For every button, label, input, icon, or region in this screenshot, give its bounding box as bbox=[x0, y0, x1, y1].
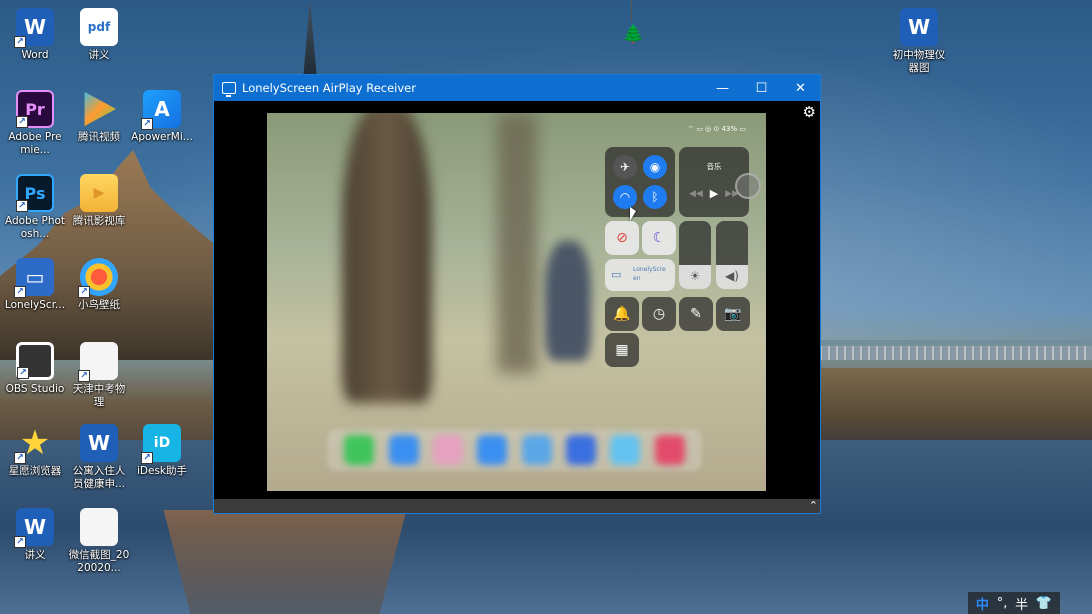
desktop-icon-label: LonelyScr... bbox=[4, 299, 66, 311]
desktop-icon-adobe-premiere[interactable]: Pr ↗ Adobe Premie... bbox=[4, 90, 66, 157]
tree-icon: 🌲 bbox=[622, 0, 644, 48]
desktop-icon-label: OBS Studio bbox=[5, 383, 65, 395]
desktop-icon-xingyuan-browser[interactable]: ★ ↗ 星愿浏览器 bbox=[4, 423, 66, 478]
desktop-icon-label: 讲义 bbox=[88, 49, 110, 61]
assistive-touch-button[interactable] bbox=[735, 173, 761, 199]
do-not-disturb-icon[interactable]: ☾ bbox=[642, 221, 676, 255]
previous-icon[interactable]: ◀◀ bbox=[689, 189, 703, 199]
rotation-lock-icon[interactable]: ⊘ bbox=[605, 221, 639, 255]
music-title: 音乐 bbox=[706, 162, 722, 171]
window-title: LonelyScreen AirPlay Receiver bbox=[242, 81, 416, 95]
pdf-icon: pdf bbox=[80, 8, 118, 46]
premiere-icon: Pr ↗ bbox=[16, 90, 54, 128]
desktop-icon-label: 腾讯影视库 bbox=[72, 215, 126, 227]
window-bottom-bar: ⌃ bbox=[214, 499, 820, 513]
qr-code-icon[interactable]: ▦ bbox=[605, 333, 639, 367]
word-icon: W ↗ bbox=[14, 8, 54, 48]
folder-icon: ▶ bbox=[80, 174, 118, 212]
desktop-icon-label: 腾讯视频 bbox=[78, 131, 120, 143]
sun-icon: ☀ bbox=[689, 269, 701, 283]
desktop-icon-tencent-video-library[interactable]: ▶ 腾讯影视库 bbox=[68, 174, 130, 228]
mirroring-icon: ▭ bbox=[611, 268, 622, 281]
desktop-icon-label: Adobe Premie... bbox=[8, 131, 62, 156]
obs-icon: ↗ bbox=[16, 342, 54, 380]
brightness-slider[interactable]: ☀ bbox=[679, 221, 711, 289]
camera-icon[interactable]: 📷 bbox=[716, 297, 750, 331]
close-button[interactable]: ✕ bbox=[781, 75, 820, 101]
desktop-icon-obs-studio[interactable]: ↗ OBS Studio bbox=[4, 342, 66, 396]
image-file-icon bbox=[80, 508, 118, 546]
maximize-button[interactable]: ☐ bbox=[742, 75, 781, 101]
connectivity-tile[interactable]: ✈ ◉ ◠ ᛒ bbox=[605, 147, 675, 217]
notes-icon[interactable]: ✎ bbox=[679, 297, 713, 331]
star-icon: ★ ↗ bbox=[14, 423, 54, 464]
lonelyscreen-icon: ▭ ↗ bbox=[14, 258, 54, 298]
window-titlebar[interactable]: LonelyScreen AirPlay Receiver — ☐ ✕ bbox=[214, 75, 820, 101]
desktop-icon-apowermirror[interactable]: A ↗ ApowerMi... bbox=[131, 90, 193, 144]
desktop-icon-adobe-photoshop[interactable]: Ps ↗ Adobe Photosh... bbox=[4, 174, 66, 241]
ipad-dock bbox=[327, 429, 702, 471]
desktop-icon-physics-instruments[interactable]: W 初中物理仪器图 bbox=[888, 8, 950, 75]
ime-skin-icon[interactable]: 👕 bbox=[1036, 596, 1052, 611]
word-doc-icon: W bbox=[900, 8, 938, 46]
desktop-icon-apartment-health-form[interactable]: W 公寓入住人员健康申... bbox=[68, 424, 130, 491]
file-icon: ↗ bbox=[78, 342, 118, 382]
mouse-cursor bbox=[630, 207, 636, 221]
ipad-mirror-screen[interactable]: ⌔ ▭ ◎ ⊙ 43% ▭ ✈ ◉ ◠ ᛒ 音乐 ◀◀ ▶ ▶▶ ⊘ ☾ ☀ ◀… bbox=[267, 113, 766, 491]
desktop-icon-label: 星愿浏览器 bbox=[8, 465, 62, 477]
cellular-icon[interactable]: ◉ bbox=[643, 155, 667, 179]
desktop-icon-label: 公寓入住人员健康申... bbox=[72, 465, 126, 490]
word-doc-icon: W ↗ bbox=[14, 508, 54, 548]
minimize-button[interactable]: — bbox=[703, 75, 742, 101]
desktop-icon-lonelyscreen[interactable]: ▭ ↗ LonelyScr... bbox=[4, 258, 66, 312]
ime-punctuation-toggle[interactable]: °, bbox=[997, 596, 1008, 611]
speaker-icon: ◀) bbox=[725, 269, 739, 283]
desktop-icon-label: Word bbox=[21, 49, 49, 61]
ime-chinese-toggle[interactable]: 中 bbox=[976, 594, 989, 613]
ime-toolbar[interactable]: 中 °, 半 👕 bbox=[968, 592, 1060, 614]
desktop-icon-label: iDesk助手 bbox=[136, 465, 187, 477]
desktop-icon-word[interactable]: W ↗ Word bbox=[4, 8, 66, 62]
monitor-icon bbox=[222, 82, 236, 97]
desktop-icon-label: 小鸟壁纸 bbox=[78, 299, 120, 311]
word-doc-icon: W bbox=[80, 424, 118, 462]
lonelyscreen-window[interactable]: LonelyScreen AirPlay Receiver — ☐ ✕ ⚙ ⌔ … bbox=[213, 74, 821, 514]
tencent-video-icon bbox=[84, 91, 117, 127]
desktop-icon-label: Adobe Photosh... bbox=[4, 215, 66, 240]
volume-slider[interactable]: ◀) bbox=[716, 221, 748, 289]
idesk-icon: iD ↗ bbox=[141, 424, 181, 464]
ime-width-toggle[interactable]: 半 bbox=[1015, 594, 1028, 613]
desktop-icon-jiangyi-doc[interactable]: W ↗ 讲义 bbox=[4, 508, 66, 562]
screen-mirroring-label: LonelyScre en bbox=[633, 266, 666, 282]
desktop-icon-idesk[interactable]: iD ↗ iDesk助手 bbox=[131, 424, 193, 478]
chevron-up-icon[interactable]: ⌃ bbox=[809, 499, 818, 513]
bird-icon: ↗ bbox=[78, 258, 118, 298]
ipad-status-bar: ⌔ ▭ ◎ ⊙ 43% ▭ bbox=[687, 125, 746, 133]
desktop-icon-tencent-video[interactable]: 腾讯视频 bbox=[68, 90, 130, 144]
desktop-icon-wechat-screenshot[interactable]: 微信截图_2020020... bbox=[68, 508, 130, 575]
desktop-icon-tianjin-physics[interactable]: ↗ 天津中考物理 bbox=[68, 342, 130, 409]
desktop-icon-label: 天津中考物理 bbox=[72, 383, 126, 408]
desktop-icon-label: 微信截图_2020020... bbox=[68, 549, 130, 574]
bell-icon[interactable]: 🔔 bbox=[605, 297, 639, 331]
wifi-icon[interactable]: ◠ bbox=[613, 185, 637, 209]
screen-mirroring-tile[interactable]: ▭ LonelyScre en bbox=[605, 259, 675, 291]
bluetooth-icon[interactable]: ᛒ bbox=[643, 185, 667, 209]
play-icon[interactable]: ▶ bbox=[710, 187, 718, 200]
apowermirror-icon: A ↗ bbox=[141, 90, 181, 130]
desktop-icon-jiangyi-pdf[interactable]: pdf 讲义 bbox=[68, 8, 130, 62]
photoshop-icon: Ps ↗ bbox=[16, 174, 54, 212]
timer-icon[interactable]: ◷ bbox=[642, 297, 676, 331]
desktop-icon-label: ApowerMi... bbox=[131, 131, 193, 143]
desktop-icon-label: 讲义 bbox=[24, 549, 46, 561]
desktop-icon-label: 初中物理仪器图 bbox=[892, 49, 946, 74]
airplane-mode-icon[interactable]: ✈ bbox=[613, 155, 637, 179]
desktop-icon-xiaoniao-wallpaper[interactable]: ↗ 小鸟壁纸 bbox=[68, 258, 130, 312]
gear-icon[interactable]: ⚙ bbox=[803, 103, 816, 121]
